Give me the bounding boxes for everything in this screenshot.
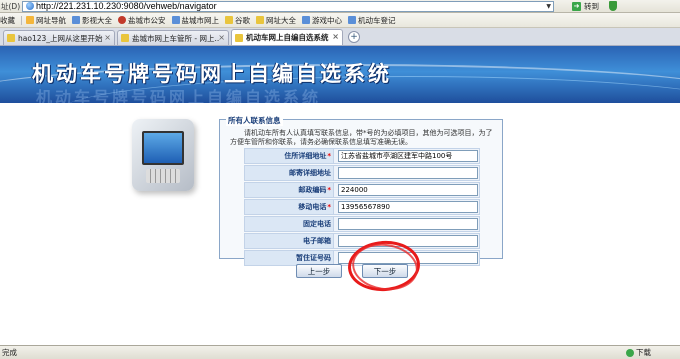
favorite-label: 影视大全 [82, 15, 112, 25]
form-row-landline: 固定电话 [244, 216, 480, 232]
folder-icon [256, 16, 264, 24]
tab-hao123[interactable]: hao123_上网从这里开始 × [3, 30, 115, 45]
favorite-item-video[interactable]: 影视大全 [72, 15, 112, 26]
main-content: 所有人联系信息 请机动车所有人认真填写联系信息，带*号的为必填项目，其他为可选项… [0, 103, 680, 345]
kiosk-keyboard [146, 169, 180, 183]
form-row-address: 住所详细地址 * 江苏省盐城市亭湖区建军中路100号 [244, 148, 480, 164]
field-label: 邮政编码 * [244, 182, 334, 198]
field-label-text: 住所详细地址 [284, 152, 327, 160]
page-icon [302, 16, 310, 24]
chevron-down-icon[interactable]: ▼ [546, 3, 551, 10]
favorites-bar: 收藏 网址导航 影视大全 盐城市公安 盐城市网上 谷歌 网址大全 游戏中心 机动… [0, 13, 680, 28]
favorite-label: 网址大全 [266, 15, 296, 25]
favorite-item-police[interactable]: 盐城市公安 [118, 15, 166, 26]
url-input[interactable]: http://221.231.10.230:9080/vehweb/naviga… [22, 0, 554, 12]
go-button[interactable]: 转到 [584, 1, 599, 12]
postcode-input[interactable]: 224000 [338, 184, 478, 196]
field-label: 邮寄详细地址 [244, 165, 334, 181]
site-title: 机动车号牌号码网上自编自选系统 [32, 61, 392, 86]
download-button[interactable]: 下载 [626, 347, 651, 358]
panel-notice: 请机动车所有人认真填写联系信息，带*号的为必填项目，其他为可选项目，为了方便车管… [230, 129, 493, 146]
favorite-label: 网址导航 [36, 15, 66, 25]
close-icon[interactable]: × [218, 33, 225, 42]
globe-icon [26, 2, 34, 10]
favorite-item-online[interactable]: 盐城市网上 [171, 15, 220, 26]
tab-label: hao123_上网从这里开始 [18, 33, 103, 43]
form-row-postcode: 邮政编码 * 224000 [244, 182, 480, 198]
field-label-text: 移动电话 [298, 203, 327, 211]
favorite-label: 盐城市网上 [181, 15, 220, 25]
field-cell: 江苏省盐城市亭湖区建军中路100号 [334, 148, 480, 164]
required-mark: * [327, 203, 331, 211]
kiosk-illustration [128, 113, 200, 203]
page-icon [235, 33, 243, 42]
go-arrow-icon[interactable]: ➜ [572, 1, 581, 11]
favorite-item-vehicle[interactable]: 机动车登记 [348, 15, 396, 26]
address-label: 址(D) [1, 1, 21, 11]
status-text: 完成 [2, 348, 17, 357]
form-row-mobile: 移动电话 * 13956567890 [244, 199, 480, 215]
field-cell [334, 216, 480, 232]
favorite-item-google[interactable]: 谷歌 [225, 15, 250, 26]
landline-input[interactable] [338, 218, 478, 230]
new-tab-button[interactable]: + [348, 31, 360, 43]
tab-plate-selection[interactable]: 机动车网上自编自选系统 × [231, 29, 343, 45]
form-row-mail-address: 邮寄详细地址 [244, 165, 480, 181]
favorites-menu[interactable]: 收藏 [0, 15, 15, 26]
tab-vehicle-office[interactable]: 盐城市网上车管所 - 网上... × [117, 30, 229, 45]
kiosk-screen [142, 131, 184, 165]
field-cell: 13956567890 [334, 199, 480, 215]
field-label-text: 邮政编码 [298, 186, 327, 194]
field-label-text: 暂住证号码 [296, 254, 331, 262]
field-label: 固定电话 [244, 216, 334, 232]
download-label: 下载 [636, 348, 651, 357]
favorites-label: 收藏 [0, 15, 15, 25]
download-icon [626, 348, 634, 357]
close-icon[interactable]: × [104, 33, 111, 42]
mail-address-input[interactable] [338, 167, 478, 179]
site-banner: 机动车号牌号码网上自编自选系统 机动车号牌号码网上自编自选系统 [0, 46, 680, 103]
favorite-label: 谷歌 [235, 15, 250, 25]
mobile-input[interactable]: 13956567890 [338, 201, 478, 213]
address-input[interactable]: 江苏省盐城市亭湖区建军中路100号 [338, 150, 478, 162]
police-badge-icon [118, 16, 126, 24]
prev-button[interactable]: 上一步 [296, 264, 342, 278]
divider [21, 15, 22, 25]
address-bar: 址(D) http://221.231.10.230:9080/vehweb/n… [0, 0, 680, 13]
required-mark: * [327, 152, 331, 160]
contact-info-panel: 所有人联系信息 请机动车所有人认真填写联系信息，带*号的为必填项目，其他为可选项… [219, 115, 503, 266]
favorite-item-nav[interactable]: 网址导航 [26, 15, 66, 26]
status-bar: 完成 下载 [0, 345, 680, 359]
field-cell: 224000 [334, 182, 480, 198]
url-text: http://221.231.10.230:9080/vehweb/naviga… [36, 1, 217, 11]
folder-icon [225, 16, 233, 24]
required-mark: * [327, 186, 331, 194]
tab-bar: hao123_上网从这里开始 × 盐城市网上车管所 - 网上... × 机动车网… [0, 28, 680, 46]
page-icon [7, 34, 15, 42]
field-label-text: 电子邮箱 [303, 237, 331, 245]
page-icon [72, 16, 80, 24]
field-label: 电子邮箱 [244, 233, 334, 249]
email-input[interactable] [338, 235, 478, 247]
favorite-item-games[interactable]: 游戏中心 [302, 15, 342, 26]
favorite-label: 盐城市公安 [128, 15, 166, 25]
panel-legend: 所有人联系信息 [226, 115, 283, 126]
page-icon [121, 34, 129, 42]
shield-icon[interactable] [609, 1, 617, 11]
page-icon [171, 16, 180, 24]
home-icon [26, 16, 34, 24]
tab-label: 机动车网上自编自选系统 [246, 33, 329, 42]
close-icon[interactable]: × [332, 32, 339, 41]
field-label: 移动电话 * [244, 199, 334, 215]
field-label-text: 固定电话 [303, 220, 331, 228]
field-label-text: 邮寄详细地址 [289, 169, 331, 177]
tab-label: 盐城市网上车管所 - 网上... [132, 33, 220, 43]
field-label: 住所详细地址 * [244, 148, 334, 164]
page-icon [348, 16, 356, 24]
favorite-label: 游戏中心 [312, 15, 342, 25]
favorite-item-sites[interactable]: 网址大全 [256, 15, 296, 26]
favorite-label: 机动车登记 [358, 15, 396, 25]
field-cell [334, 165, 480, 181]
